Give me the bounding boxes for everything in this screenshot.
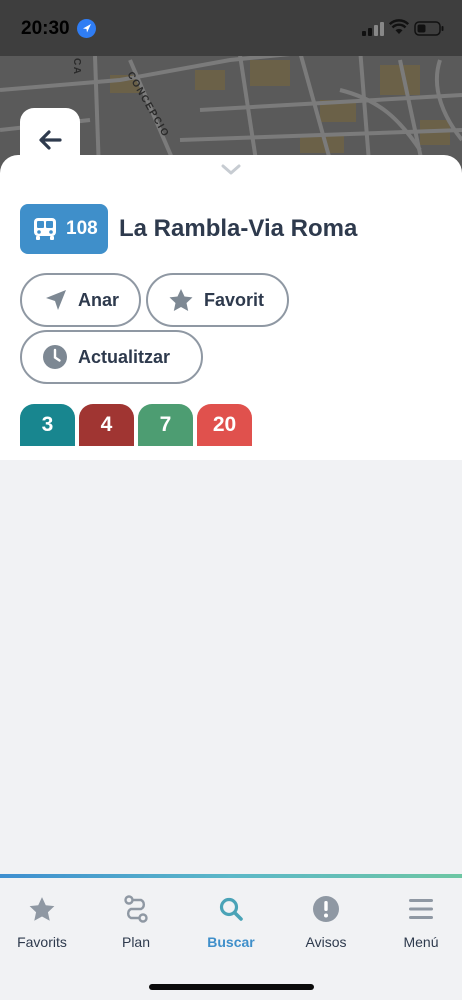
tab-label: Buscar bbox=[207, 934, 255, 950]
favorite-button[interactable]: Favorit bbox=[146, 273, 289, 327]
navigation-arrow-icon bbox=[44, 288, 68, 312]
route-title: La Rambla-Via Roma bbox=[119, 215, 358, 242]
tab-plan[interactable]: Plan bbox=[90, 894, 182, 950]
route-icon bbox=[123, 894, 149, 924]
tab-label: Menú bbox=[403, 934, 439, 950]
refresh-button-label: Actualitzar bbox=[78, 346, 171, 367]
home-indicator bbox=[149, 984, 314, 990]
star-icon bbox=[28, 894, 56, 924]
tab-bar: Favorits Plan Buscar Avisos Menú bbox=[0, 878, 462, 1000]
route-badge: 108 bbox=[20, 204, 108, 254]
chevron-down-icon[interactable] bbox=[221, 163, 241, 181]
refresh-button[interactable]: Actualitzar bbox=[20, 330, 203, 384]
tab-label: Avisos bbox=[305, 934, 347, 950]
status-time: 20:30 bbox=[21, 18, 70, 39]
line-chip-3[interactable]: 3 bbox=[20, 404, 75, 446]
search-icon bbox=[218, 894, 244, 924]
route-header: 108 La Rambla-Via Roma bbox=[20, 204, 357, 254]
street-label-ca: CA bbox=[71, 58, 82, 76]
tab-menu[interactable]: Menú bbox=[375, 894, 462, 950]
line-chip-20[interactable]: 20 bbox=[197, 404, 252, 446]
bus-icon bbox=[34, 218, 56, 240]
alert-icon bbox=[312, 894, 340, 924]
route-detail-sheet: 108 La Rambla-Via Roma Anar Favorit Actu… bbox=[0, 155, 462, 460]
favorite-button-label: Favorit bbox=[204, 289, 265, 310]
line-chip-7[interactable]: 7 bbox=[138, 404, 193, 446]
go-button[interactable]: Anar bbox=[20, 273, 141, 327]
tab-avisos[interactable]: Avisos bbox=[280, 894, 372, 950]
line-chips: 3 4 7 20 bbox=[20, 404, 252, 446]
tab-label: Plan bbox=[121, 934, 151, 950]
tab-label: Favorits bbox=[17, 934, 67, 950]
line-chip-4[interactable]: 4 bbox=[79, 404, 134, 446]
tab-favorits[interactable]: Favorits bbox=[0, 894, 88, 950]
arrow-left-icon bbox=[39, 130, 62, 150]
star-icon bbox=[168, 288, 194, 313]
menu-icon bbox=[408, 894, 434, 924]
location-arrow-icon bbox=[77, 19, 96, 38]
signal-icon bbox=[362, 22, 384, 41]
back-button[interactable] bbox=[20, 108, 80, 172]
clock-icon bbox=[42, 344, 68, 370]
status-bar: 20:30 bbox=[0, 0, 462, 56]
route-number: 108 bbox=[66, 218, 98, 239]
wifi-icon bbox=[388, 19, 410, 40]
battery-icon bbox=[414, 21, 444, 41]
go-button-label: Anar bbox=[78, 289, 120, 310]
tab-buscar[interactable]: Buscar bbox=[185, 894, 277, 950]
